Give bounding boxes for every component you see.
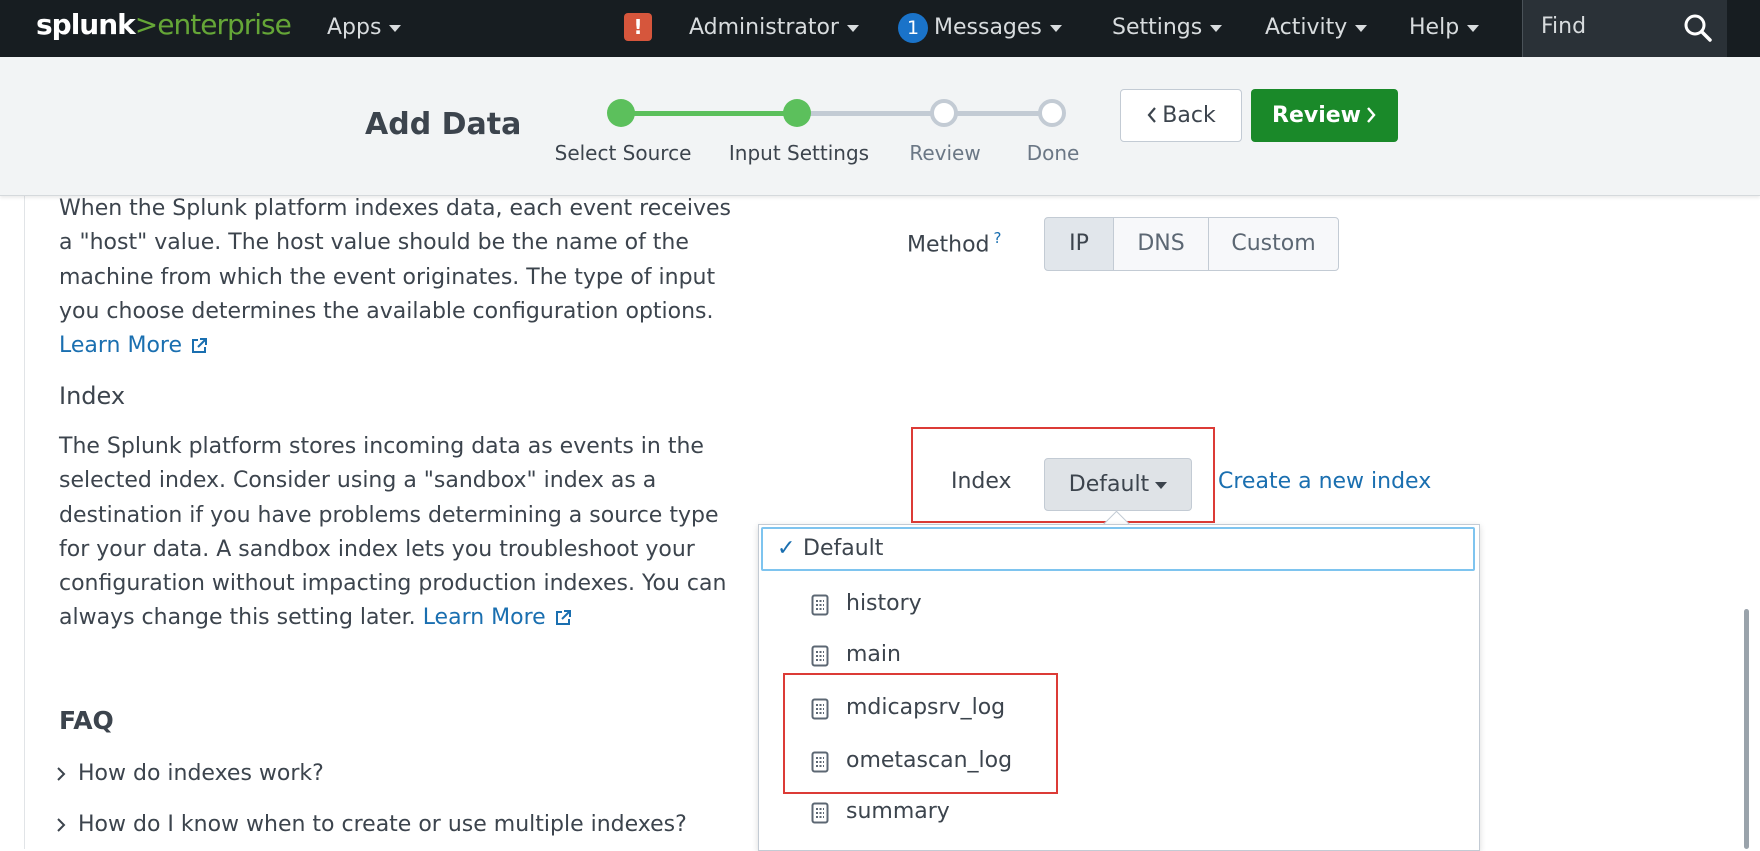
host-learn-more-label: Learn More	[59, 333, 183, 359]
step-dot-input-settings	[783, 99, 811, 127]
faq-item-label: How do I know when to create or use mult…	[78, 812, 687, 837]
find-placeholder: Find	[1541, 14, 1587, 39]
index-option-label: main	[846, 642, 901, 667]
create-new-index-link[interactable]: Create a new index	[1218, 469, 1431, 494]
index-option-main[interactable]: main	[759, 632, 1477, 678]
index-option-default[interactable]: ✓ Default	[761, 527, 1475, 571]
logo-product: enterprise	[157, 8, 292, 41]
messages-menu[interactable]: 1 Messages	[898, 13, 1062, 43]
add-data-header: Add Data Select Source Input Settings Re…	[0, 57, 1760, 196]
review-button[interactable]: Review	[1251, 89, 1398, 142]
caret-down-icon	[1155, 481, 1168, 489]
caret-down-icon	[1467, 24, 1480, 32]
index-field-label: Index	[951, 469, 1012, 494]
messages-count-badge: 1	[898, 13, 928, 43]
index-section-heading: Index	[59, 382, 126, 410]
top-nav-bar: splunk>enterprise Apps ! Administrator 1…	[0, 0, 1760, 57]
chevron-right-icon	[1367, 107, 1376, 123]
index-option-history[interactable]: history	[759, 581, 1477, 627]
index-description: The Splunk platform stores incoming data…	[59, 430, 739, 636]
apps-menu[interactable]: Apps	[327, 13, 402, 43]
logo-gt: >	[134, 8, 158, 41]
step-progress-done	[621, 111, 797, 116]
index-database-icon	[811, 802, 829, 824]
index-learn-more-link[interactable]: Learn More	[423, 605, 572, 630]
host-description-text: When the Splunk platform indexes data, e…	[59, 196, 731, 324]
step-dot-review	[930, 99, 958, 127]
caret-down-icon	[1210, 24, 1223, 32]
messages-label: Messages	[934, 15, 1042, 40]
content-left-border	[24, 195, 25, 849]
find-search-box[interactable]: Find	[1522, 0, 1727, 57]
caret-down-icon	[846, 24, 859, 32]
index-selected-value: Default	[1068, 472, 1150, 497]
index-learn-more-label: Learn More	[422, 605, 546, 631]
activity-menu[interactable]: Activity	[1265, 13, 1368, 43]
index-description-text: The Splunk platform stores incoming data…	[59, 434, 727, 631]
step-label-review: Review	[909, 141, 981, 165]
activity-label: Activity	[1265, 15, 1348, 40]
method-help-icon[interactable]: ?	[994, 229, 1002, 247]
index-option-label: summary	[846, 799, 950, 824]
chevron-left-icon	[1147, 107, 1157, 123]
back-label: Back	[1162, 103, 1216, 128]
step-label-select-source: Select Source	[554, 141, 692, 165]
administrator-label: Administrator	[689, 15, 839, 40]
help-menu[interactable]: Help	[1409, 13, 1480, 43]
settings-label: Settings	[1112, 15, 1203, 40]
index-database-icon	[811, 594, 829, 616]
faq-item[interactable]: How do I know when to create or use mult…	[56, 812, 687, 837]
settings-menu[interactable]: Settings	[1112, 13, 1223, 43]
step-label-input-settings: Input Settings	[728, 141, 870, 165]
caret-down-icon	[1355, 24, 1368, 32]
apps-label: Apps	[327, 15, 382, 40]
administrator-menu[interactable]: Administrator	[689, 13, 859, 43]
method-ip-button[interactable]: IP	[1044, 217, 1114, 271]
chevron-right-icon	[57, 818, 66, 832]
method-dns-button[interactable]: DNS	[1113, 217, 1209, 271]
alert-mark: !	[633, 15, 643, 39]
alert-icon[interactable]: !	[624, 13, 652, 41]
search-icon[interactable]	[1683, 13, 1713, 43]
index-database-icon	[811, 645, 829, 667]
step-dot-done	[1038, 99, 1066, 127]
checkmark-icon: ✓	[777, 536, 796, 561]
method-label-text: Method	[907, 232, 990, 258]
logo-word: splunk	[36, 8, 136, 41]
method-label: Method?	[907, 229, 1001, 257]
splunk-logo[interactable]: splunk>enterprise	[36, 8, 292, 41]
step-progress-remaining	[797, 111, 1052, 116]
option-highlight-box	[783, 673, 1058, 794]
page-scrollbar[interactable]	[1744, 609, 1749, 849]
step-dot-select-source	[607, 99, 635, 127]
review-label: Review	[1272, 103, 1361, 128]
page-title: Add Data	[365, 107, 522, 142]
index-option-label: Default	[803, 536, 884, 561]
caret-down-icon	[389, 24, 402, 32]
faq-heading: FAQ	[59, 706, 114, 735]
chevron-right-icon	[57, 767, 66, 781]
help-label: Help	[1409, 15, 1460, 40]
external-link-icon	[192, 338, 208, 354]
step-label-done: Done	[1026, 141, 1080, 165]
index-dropdown-menu: ✓ Default history main mdicapsrv_log ome…	[758, 524, 1480, 851]
host-description: When the Splunk platform indexes data, e…	[59, 192, 739, 363]
host-learn-more-link[interactable]: Learn More	[59, 333, 208, 358]
back-button[interactable]: Back	[1120, 89, 1242, 142]
faq-item-label: How do indexes work?	[78, 761, 324, 786]
index-dropdown-button[interactable]: Default	[1044, 458, 1192, 511]
caret-down-icon	[1049, 24, 1062, 32]
faq-item[interactable]: How do indexes work?	[56, 761, 324, 786]
index-option-label: history	[846, 591, 922, 616]
method-custom-button[interactable]: Custom	[1208, 217, 1339, 271]
index-option-summary[interactable]: summary	[759, 789, 1477, 835]
external-link-icon	[555, 610, 571, 626]
